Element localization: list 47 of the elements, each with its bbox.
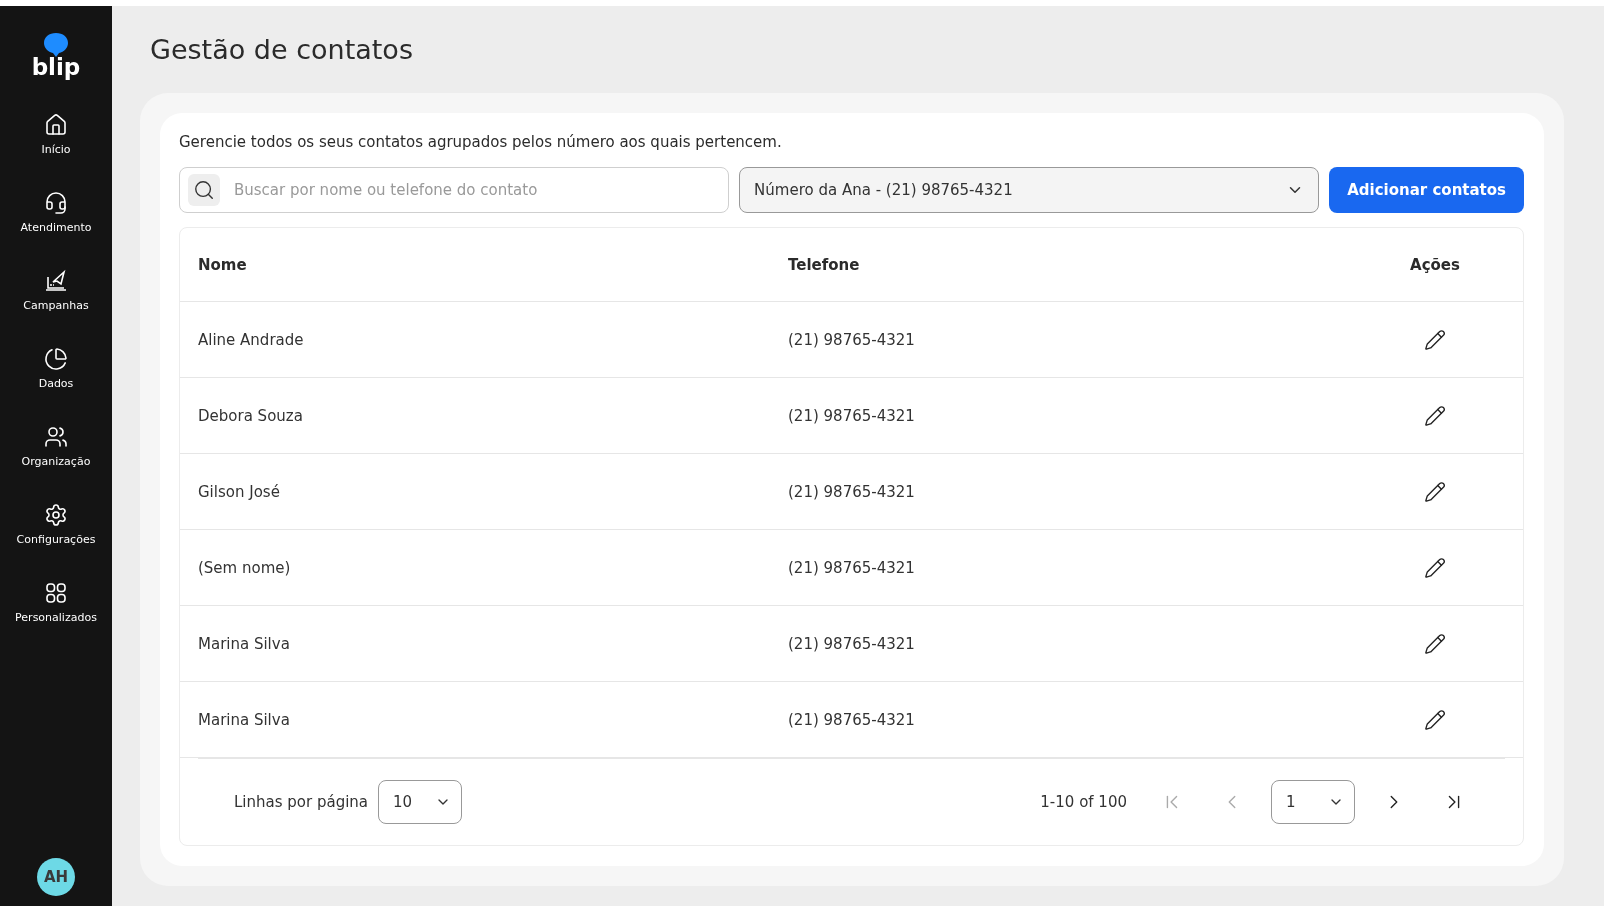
pencil-icon [1424,480,1446,503]
logo-text: blip [31,56,81,79]
page-range-text: 1-10 of 100 [1040,793,1127,811]
name-cell-text: Gilson José [198,482,281,501]
speech-bubble-logo-icon [43,32,69,58]
rows-per-page-label: Linhas por página [234,793,369,811]
home-icon [44,113,68,137]
name-cell-text: Debora Souza [198,406,304,425]
rows-per-page-dropdown[interactable]: 10 [378,780,463,824]
page-description: Gerencie todos os seus contatos agrupados pelos número aos quais pertencem. [179,133,783,151]
phone-cell-text: (21) 98765-4321 [788,406,916,425]
page-dropdown[interactable]: 1 [1271,780,1355,824]
nav-item[interactable]: Organização [21,425,91,503]
paper-plane-screen-icon [44,269,68,293]
name-cell-text: (Sem nome) [198,558,292,577]
column-header: Ações [1410,255,1460,274]
phone-cell-text: (21) 98765-4321 [788,558,916,577]
settings-icon [44,503,68,527]
nav-item[interactable]: Início [41,113,71,191]
nav-item[interactable]: Campanhas [23,269,89,347]
search-field[interactable]: Buscar por nome ou telefone do contato [179,167,730,213]
nav-item[interactable]: Dados [38,347,74,425]
phone-cell-text: (21) 98765-4321 [788,330,916,349]
headset-icon [44,191,68,215]
column-header: Nome [198,255,247,274]
nav-item[interactable]: Atendimento [20,191,92,269]
nav-item[interactable]: Configurações [16,503,96,581]
add-contacts-button[interactable]: Adicionar contatos [1329,167,1524,213]
pencil-icon [1424,632,1446,655]
nav-item[interactable]: Personalizados [15,581,97,659]
number-dropdown[interactable]: Número da Ana - (21) 98765-4321 [739,167,1320,213]
column-header: Telefone [788,255,860,274]
pencil-icon [1424,328,1446,351]
grid-icon [44,581,68,605]
name-cell-text: Marina Silva [198,710,291,729]
name-cell-text: Aline Andrade [198,330,305,349]
pie-chart-icon [44,347,68,371]
phone-cell-text: (21) 98765-4321 [788,482,916,501]
user-avatar[interactable]: AH [37,858,75,896]
users-icon [44,425,68,449]
phone-cell-text: (21) 98765-4321 [788,634,916,653]
pencil-icon [1424,404,1446,427]
phone-cell-text: (21) 98765-4321 [788,710,916,729]
pencil-icon [1424,556,1446,579]
pencil-icon [1424,708,1446,731]
name-cell-text: Marina Silva [198,634,291,653]
page-title: Gestão de contatos [150,34,414,65]
